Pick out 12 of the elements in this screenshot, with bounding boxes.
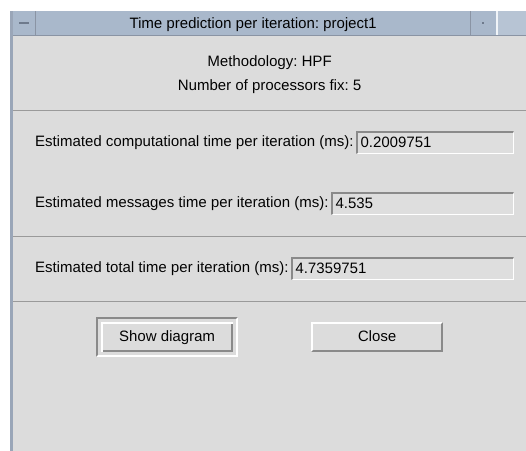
field-label: Estimated messages time per iteration (ms): <box>35 193 328 214</box>
field-label: Estimated computational time per iteration (ms): <box>35 132 354 152</box>
value-field[interactable]: 4.7359751 <box>291 257 514 280</box>
field-label: Estimated total time per iteration (ms): <box>35 258 288 278</box>
dialog-button[interactable]: Show diagram <box>96 317 238 357</box>
value-field[interactable]: 0.2009751 <box>356 131 514 154</box>
dialog-button[interactable]: Close <box>311 322 443 352</box>
header-text: Methodology: HPF <box>207 52 332 72</box>
window-title: Time prediction per iteration: project1 <box>128 14 378 34</box>
maximize-button[interactable] <box>496 11 526 35</box>
header-text: Number of processors fix: 5 <box>178 76 362 96</box>
value-field[interactable]: 4.535 <box>331 192 514 215</box>
